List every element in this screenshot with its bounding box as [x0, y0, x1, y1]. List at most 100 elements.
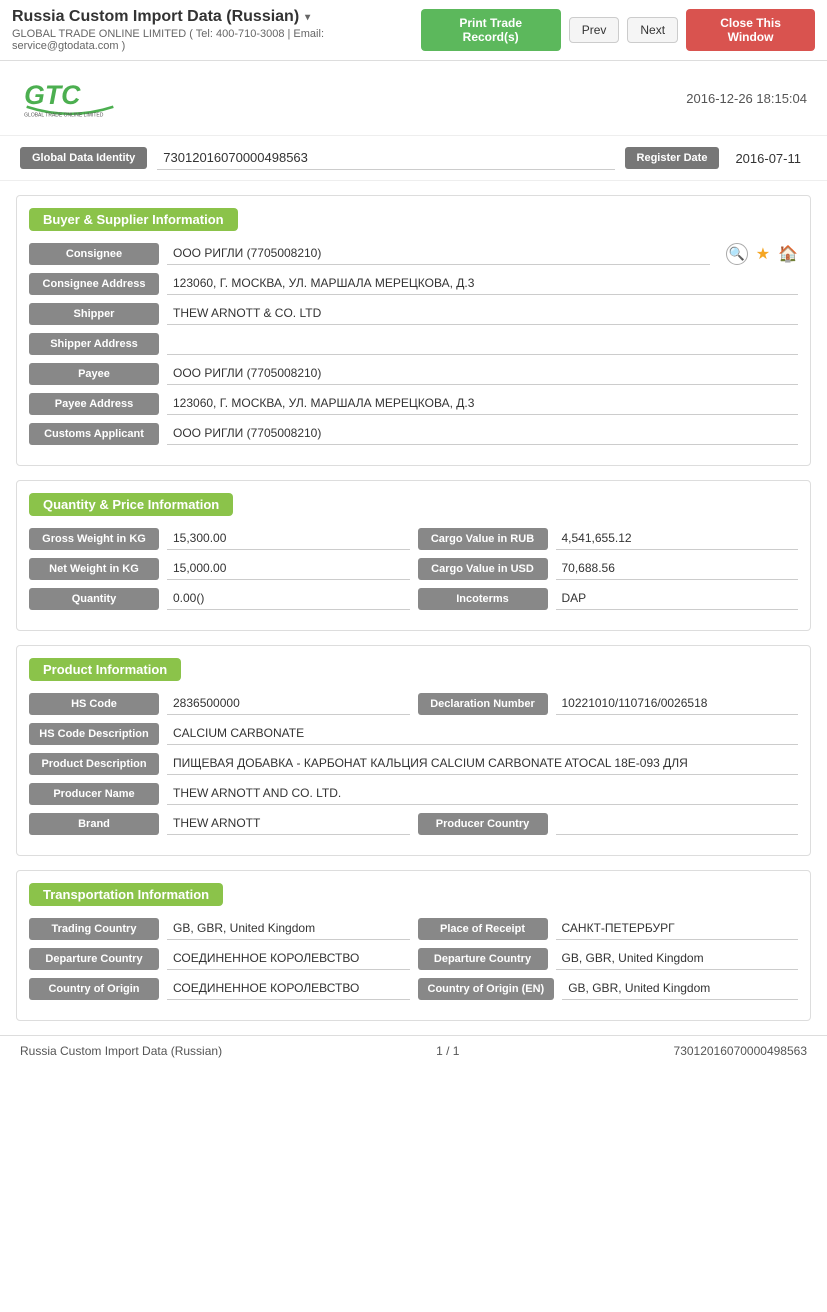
- incoterms-label: Incoterms: [418, 588, 548, 610]
- trading-country-col: Trading Country GB, GBR, United Kingdom: [29, 918, 410, 940]
- search-icon[interactable]: 🔍: [726, 243, 748, 265]
- trading-country-value: GB, GBR, United Kingdom: [167, 918, 410, 940]
- payee-label: Payee: [29, 363, 159, 385]
- cargo-usd-value: 70,688.56: [556, 558, 799, 580]
- subtitle-text: GLOBAL TRADE ONLINE LIMITED ( Tel: 400-7…: [12, 28, 421, 52]
- net-weight-value: 15,000.00: [167, 558, 410, 580]
- departure-country-left-label: Departure Country: [29, 948, 159, 970]
- transportation-title: Transportation Information: [29, 883, 223, 906]
- producer-name-value: THEW ARNOTT AND CO. LTD.: [167, 783, 798, 805]
- title-text: Russia Custom Import Data (Russian): [12, 8, 299, 26]
- consignee-icons: 🔍 ★ 🏠: [726, 243, 798, 265]
- brand-label: Brand: [29, 813, 159, 835]
- shipper-address-row: Shipper Address: [29, 333, 798, 355]
- gross-weight-value: 15,300.00: [167, 528, 410, 550]
- trading-country-label: Trading Country: [29, 918, 159, 940]
- customs-applicant-label: Customs Applicant: [29, 423, 159, 445]
- buyer-supplier-section: Buyer & Supplier Information Consignee О…: [16, 195, 811, 466]
- product-desc-value: ПИЩЕВАЯ ДОБАВКА - КАРБОНАТ КАЛЬЦИЯ CALCI…: [167, 753, 798, 775]
- close-button[interactable]: Close This Window: [686, 9, 815, 51]
- place-of-receipt-value: САНКТ-ПЕТЕРБУРГ: [556, 918, 799, 940]
- gross-weight-row: Gross Weight in KG 15,300.00 Cargo Value…: [29, 528, 798, 550]
- payee-address-value: 123060, Г. МОСКВА, УЛ. МАРШАЛА МЕРЕЦКОВА…: [167, 393, 798, 415]
- departure-country-right-col: Departure Country GB, GBR, United Kingdo…: [418, 948, 799, 970]
- departure-country-left-col: Departure Country СОЕДИНЕННОЕ КОРОЛЕВСТВ…: [29, 948, 410, 970]
- net-weight-col: Net Weight in KG 15,000.00: [29, 558, 410, 580]
- country-of-origin-en-value: GB, GBR, United Kingdom: [562, 978, 798, 1000]
- place-of-receipt-col: Place of Receipt САНКТ-ПЕТЕРБУРГ: [418, 918, 799, 940]
- gross-weight-label: Gross Weight in KG: [29, 528, 159, 550]
- top-bar-actions: Print Trade Record(s) Prev Next Close Th…: [421, 9, 815, 51]
- footer: Russia Custom Import Data (Russian) 1 / …: [0, 1035, 827, 1066]
- svg-text:GLOBAL TRADE ONLINE LIMITED: GLOBAL TRADE ONLINE LIMITED: [24, 113, 104, 119]
- quantity-label: Quantity: [29, 588, 159, 610]
- consignee-address-label: Consignee Address: [29, 273, 159, 295]
- incoterms-col: Incoterms DAP: [418, 588, 799, 610]
- product-desc-label: Product Description: [29, 753, 159, 775]
- declaration-label: Declaration Number: [418, 693, 548, 715]
- hs-code-col: HS Code 2836500000: [29, 693, 410, 715]
- payee-row: Payee ООО РИГЛИ (7705008210): [29, 363, 798, 385]
- logo-section: GTC GLOBAL TRADE ONLINE LIMITED 2016-12-…: [0, 61, 827, 136]
- brand-col: Brand THEW ARNOTT: [29, 813, 410, 835]
- logo: GTC GLOBAL TRADE ONLINE LIMITED: [20, 73, 120, 123]
- producer-country-value: [556, 813, 799, 835]
- quantity-price-section: Quantity & Price Information Gross Weigh…: [16, 480, 811, 631]
- next-button[interactable]: Next: [627, 17, 678, 43]
- title-dropdown-arrow[interactable]: ▾: [305, 12, 310, 23]
- cargo-rub-label: Cargo Value in RUB: [418, 528, 548, 550]
- shipper-row: Shipper THEW ARNOTT & CO. LTD: [29, 303, 798, 325]
- trading-country-row: Trading Country GB, GBR, United Kingdom …: [29, 918, 798, 940]
- customs-applicant-row: Customs Applicant ООО РИГЛИ (7705008210): [29, 423, 798, 445]
- consignee-address-row: Consignee Address 123060, Г. МОСКВА, УЛ.…: [29, 273, 798, 295]
- shipper-address-label: Shipper Address: [29, 333, 159, 355]
- register-date-label: Register Date: [625, 147, 720, 169]
- country-of-origin-left-label: Country of Origin: [29, 978, 159, 1000]
- logo-svg: GTC GLOBAL TRADE ONLINE LIMITED: [20, 73, 120, 123]
- country-of-origin-row: Country of Origin СОЕДИНЕННОЕ КОРОЛЕВСТВ…: [29, 978, 798, 1000]
- declaration-value: 10221010/110716/0026518: [556, 693, 799, 715]
- net-weight-row: Net Weight in KG 15,000.00 Cargo Value i…: [29, 558, 798, 580]
- home-icon[interactable]: 🏠: [778, 244, 798, 264]
- prev-button[interactable]: Prev: [569, 17, 620, 43]
- country-of-origin-en-col: Country of Origin (EN) GB, GBR, United K…: [418, 978, 799, 1000]
- country-of-origin-en-label: Country of Origin (EN): [418, 978, 555, 1000]
- cargo-usd-col: Cargo Value in USD 70,688.56: [418, 558, 799, 580]
- hs-desc-label: HS Code Description: [29, 723, 159, 745]
- hs-desc-value: CALCIUM CARBONATE: [167, 723, 798, 745]
- customs-applicant-value: ООО РИГЛИ (7705008210): [167, 423, 798, 445]
- product-title: Product Information: [29, 658, 181, 681]
- consignee-value: ООО РИГЛИ (7705008210): [167, 243, 710, 265]
- print-button[interactable]: Print Trade Record(s): [421, 9, 561, 51]
- product-desc-row: Product Description ПИЩЕВАЯ ДОБАВКА - КА…: [29, 753, 798, 775]
- quantity-value: 0.00(): [167, 588, 410, 610]
- top-bar-left: Russia Custom Import Data (Russian) ▾ GL…: [12, 8, 421, 52]
- hs-code-value: 2836500000: [167, 693, 410, 715]
- quantity-col: Quantity 0.00(): [29, 588, 410, 610]
- hs-code-row: HS Code 2836500000 Declaration Number 10…: [29, 693, 798, 715]
- payee-address-label: Payee Address: [29, 393, 159, 415]
- net-weight-label: Net Weight in KG: [29, 558, 159, 580]
- star-icon[interactable]: ★: [756, 244, 770, 264]
- place-of-receipt-label: Place of Receipt: [418, 918, 548, 940]
- quantity-row: Quantity 0.00() Incoterms DAP: [29, 588, 798, 610]
- producer-name-row: Producer Name THEW ARNOTT AND CO. LTD.: [29, 783, 798, 805]
- departure-country-left-value: СОЕДИНЕННОЕ КОРОЛЕВСТВО: [167, 948, 410, 970]
- departure-country-right-value: GB, GBR, United Kingdom: [556, 948, 799, 970]
- footer-center: 1 / 1: [436, 1044, 459, 1058]
- identity-value: 73012016070000498563: [157, 146, 614, 170]
- quantity-price-title: Quantity & Price Information: [29, 493, 233, 516]
- cargo-rub-col: Cargo Value in RUB 4,541,655.12: [418, 528, 799, 550]
- timestamp: 2016-12-26 18:15:04: [686, 91, 807, 106]
- country-of-origin-left-col: Country of Origin СОЕДИНЕННОЕ КОРОЛЕВСТВ…: [29, 978, 410, 1000]
- brand-row: Brand THEW ARNOTT Producer Country: [29, 813, 798, 835]
- register-date-value: 2016-07-11: [729, 147, 807, 170]
- shipper-address-value: [167, 333, 798, 355]
- brand-value: THEW ARNOTT: [167, 813, 410, 835]
- cargo-rub-value: 4,541,655.12: [556, 528, 799, 550]
- consignee-row: Consignee ООО РИГЛИ (7705008210) 🔍 ★ 🏠: [29, 243, 798, 265]
- payee-value: ООО РИГЛИ (7705008210): [167, 363, 798, 385]
- country-of-origin-left-value: СОЕДИНЕННОЕ КОРОЛЕВСТВО: [167, 978, 410, 1000]
- product-section: Product Information HS Code 2836500000 D…: [16, 645, 811, 856]
- departure-country-right-label: Departure Country: [418, 948, 548, 970]
